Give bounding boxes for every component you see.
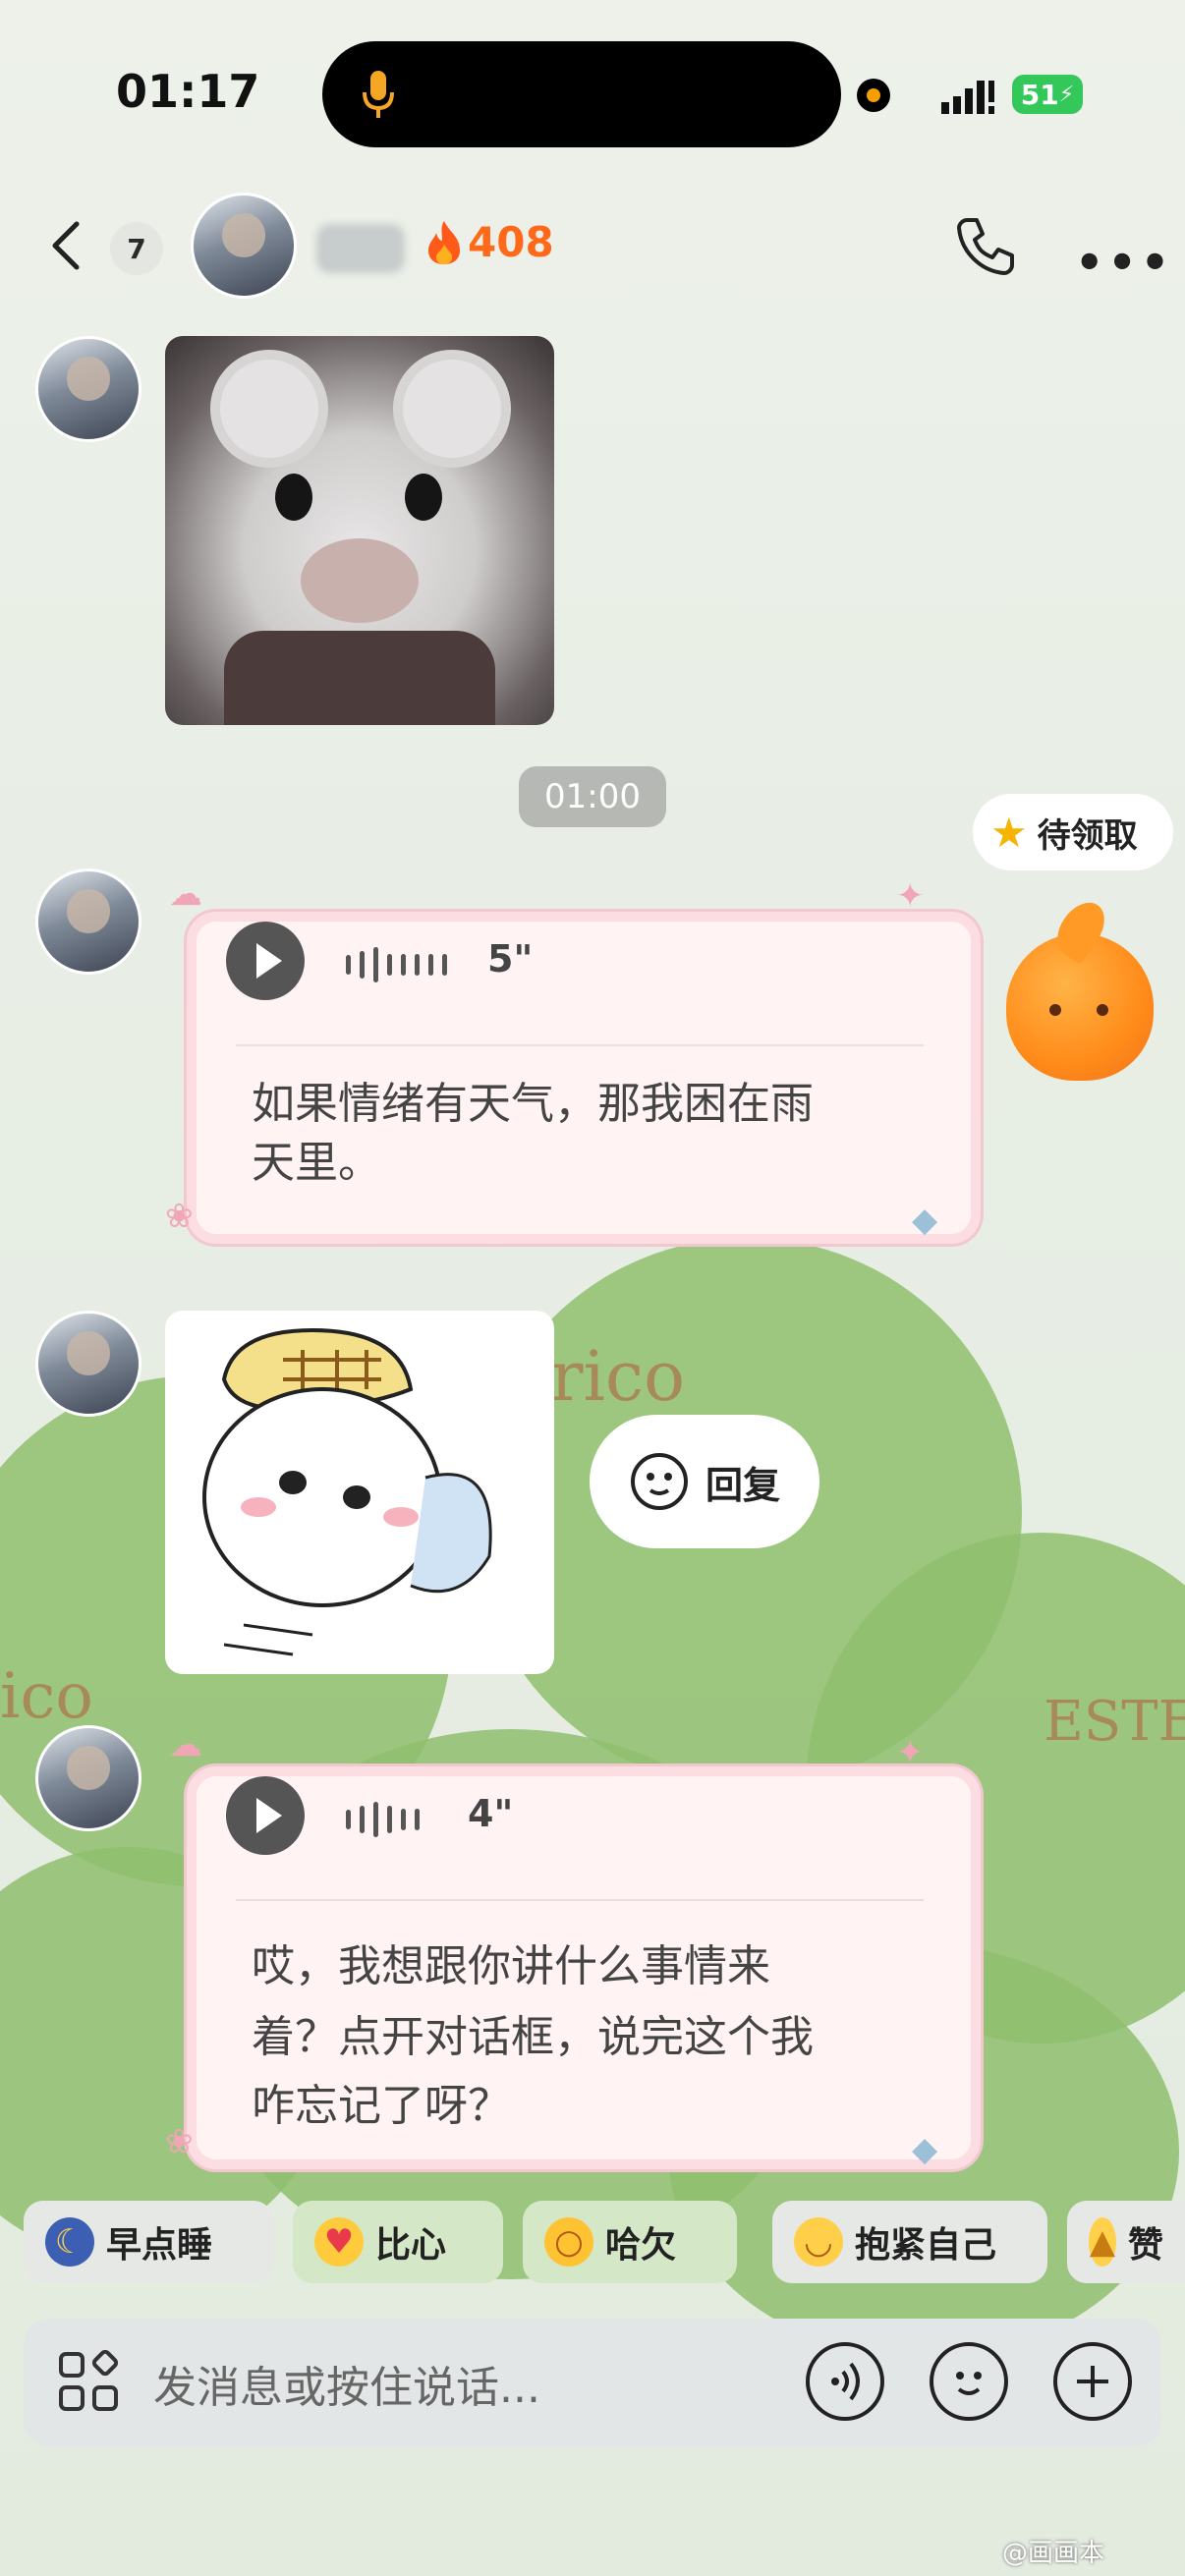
dynamic-island (322, 41, 841, 147)
voice-duration: 5" (487, 937, 534, 980)
smiley-icon (956, 2372, 982, 2395)
voice-waveform (346, 947, 447, 982)
sound-wave-icon (831, 2362, 860, 2401)
reply-button[interactable]: 回复 (590, 1415, 819, 1548)
divider (236, 1899, 924, 1901)
background-word-este: ESTE (1044, 1690, 1185, 1754)
sparkle-decoration-icon: ✦ (896, 876, 925, 916)
star-icon: ★ (990, 808, 1028, 857)
pending-reward-label: 待领取 (1037, 815, 1138, 856)
recording-indicator-icon (857, 79, 890, 112)
apps-grid-icon[interactable] (57, 2350, 120, 2413)
voice-duration: 4" (468, 1792, 514, 1835)
plus-icon (1077, 2366, 1108, 2397)
more-options-icon[interactable]: ••• (1075, 236, 1173, 289)
quick-reply-label: 哈欠 (605, 2225, 677, 2266)
watermark-text: @画画本 (1002, 2539, 1105, 2568)
play-icon[interactable] (226, 922, 305, 1000)
thumbs-up-icon: ▲ (1089, 2217, 1116, 2267)
sender-avatar[interactable] (35, 336, 141, 442)
sender-avatar[interactable] (35, 868, 141, 975)
hamster-image-message[interactable] (165, 336, 554, 725)
emoji-button[interactable] (930, 2342, 1008, 2421)
moon-emoji-icon: ☾ (45, 2217, 94, 2267)
quick-reply-chip[interactable]: ◡ 抱紧自己 (772, 2201, 1047, 2283)
sender-avatar[interactable] (35, 1725, 141, 1831)
fish-decoration-icon: ◆ (912, 2130, 938, 2169)
phone-call-icon[interactable] (953, 214, 1018, 279)
voice-transcript-line: 哎，我想跟你讲什么事情来 (252, 1941, 770, 1991)
voice-message-card[interactable]: 4" 哎，我想跟你讲什么事情来 着？点开对话框，说完这个我 咋忘记了呀？ (187, 1766, 981, 2169)
fish-decoration-icon: ◆ (912, 1201, 938, 1240)
back-arrow-icon[interactable] (47, 218, 86, 273)
background-word-rico: rico (550, 1336, 686, 1417)
mascot-sticker[interactable] (1006, 933, 1154, 1081)
yawn-emoji-icon: ○ (544, 2217, 593, 2267)
message-timestamp: 01:00 (519, 766, 666, 827)
quick-reply-label: 赞 (1127, 2225, 1163, 2266)
voice-transcript-line: 着？点开对话框，说完这个我 (252, 2012, 814, 2062)
quick-reply-label: 早点睡 (106, 2225, 213, 2266)
quick-reply-chip[interactable]: ♥ 比心 (293, 2201, 503, 2283)
sticker-message[interactable] (165, 1311, 554, 1674)
contact-name-redacted[interactable] (316, 224, 405, 273)
quick-reply-chip[interactable]: ○ 哈欠 (523, 2201, 737, 2283)
streak-count: 408 (468, 218, 554, 266)
contact-avatar[interactable] (191, 193, 297, 299)
divider (236, 1044, 924, 1046)
battery-level: 51 (1020, 78, 1059, 111)
pending-reward-button[interactable]: ★ 待领取 (973, 794, 1173, 870)
voice-transcript-line: 天里。 (252, 1138, 381, 1188)
quick-reply-chip[interactable]: ▲ 赞 (1067, 2201, 1185, 2283)
cloud-decoration-icon: ☁ (169, 1725, 202, 1764)
signal-icon (941, 81, 994, 114)
self-hug-emoji-icon: ◡ (794, 2217, 843, 2267)
hamster-sticker-drawing (202, 1327, 492, 1656)
flame-icon (428, 220, 460, 264)
battery-indicator: 51 ⚡ (1012, 75, 1083, 114)
flower-decoration-icon: ❀ (165, 1197, 194, 1236)
voice-transcript-line: 如果情绪有天气，那我困在雨 (252, 1079, 814, 1129)
message-input[interactable]: 发消息或按住说话... (153, 2352, 540, 2415)
sparkle-decoration-icon: ✦ (896, 1733, 925, 1772)
play-icon[interactable] (226, 1776, 305, 1855)
status-time: 01:17 (116, 65, 260, 118)
flower-decoration-icon: ❀ (165, 2122, 194, 2161)
charging-bolt-icon: ⚡ (1058, 82, 1075, 107)
sender-avatar[interactable] (35, 1311, 141, 1417)
quick-reply-chip[interactable]: ☾ 早点睡 (24, 2201, 273, 2283)
cloud-decoration-icon: ☁ (169, 874, 202, 914)
add-attachment-button[interactable] (1053, 2342, 1132, 2421)
heart-hands-emoji-icon: ♥ (314, 2217, 364, 2267)
voice-input-button[interactable] (806, 2342, 884, 2421)
smiley-icon (630, 1453, 688, 1510)
unread-count-badge[interactable]: 7 (110, 222, 163, 275)
voice-transcript-line: 咋忘记了呀？ (252, 2081, 511, 2131)
reply-label: 回复 (705, 1463, 780, 1507)
quick-reply-label: 抱紧自己 (855, 2225, 997, 2266)
voice-message-card[interactable]: 5" 如果情绪有天气，那我困在雨 天里。 (187, 912, 981, 1244)
background-word-ico: ico (0, 1660, 93, 1733)
microphone-icon (363, 71, 394, 118)
quick-reply-label: 比心 (375, 2225, 447, 2266)
voice-waveform (346, 1802, 420, 1837)
streak-indicator: 408 (424, 218, 554, 266)
